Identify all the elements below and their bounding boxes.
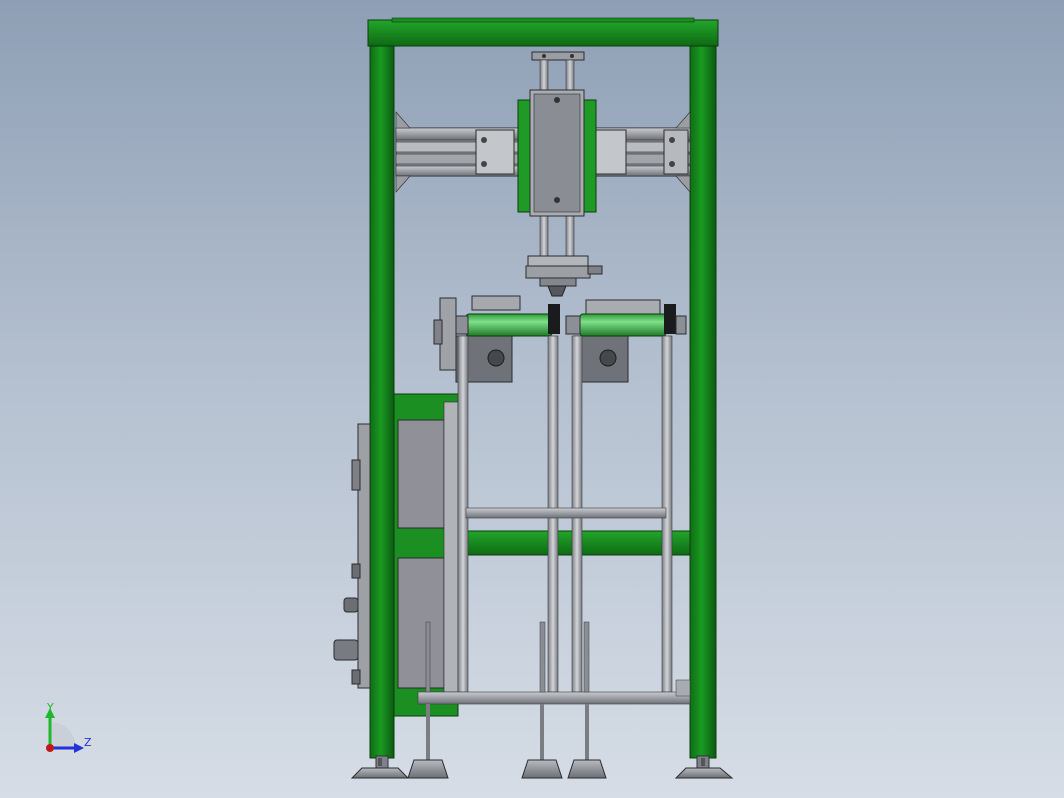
profile-frame — [417, 335, 691, 705]
control-box — [333, 393, 459, 717]
y-axis-label: Y — [46, 701, 54, 714]
green-roller-right — [579, 313, 667, 337]
roller-assembly — [433, 295, 687, 383]
machine-drawing: Y Z — [45, 17, 734, 779]
green-roller-left — [465, 313, 553, 337]
vertical-slide — [517, 51, 603, 297]
cad-viewport[interactable]: Y Z — [0, 0, 1064, 798]
origin-dot — [46, 744, 54, 752]
right-column — [689, 45, 717, 759]
top-beam — [367, 19, 719, 47]
z-axis-label: Z — [84, 736, 92, 749]
left-column — [369, 45, 395, 759]
orientation-triad: Y Z — [45, 701, 92, 753]
z-axis-arrowhead — [74, 743, 84, 753]
